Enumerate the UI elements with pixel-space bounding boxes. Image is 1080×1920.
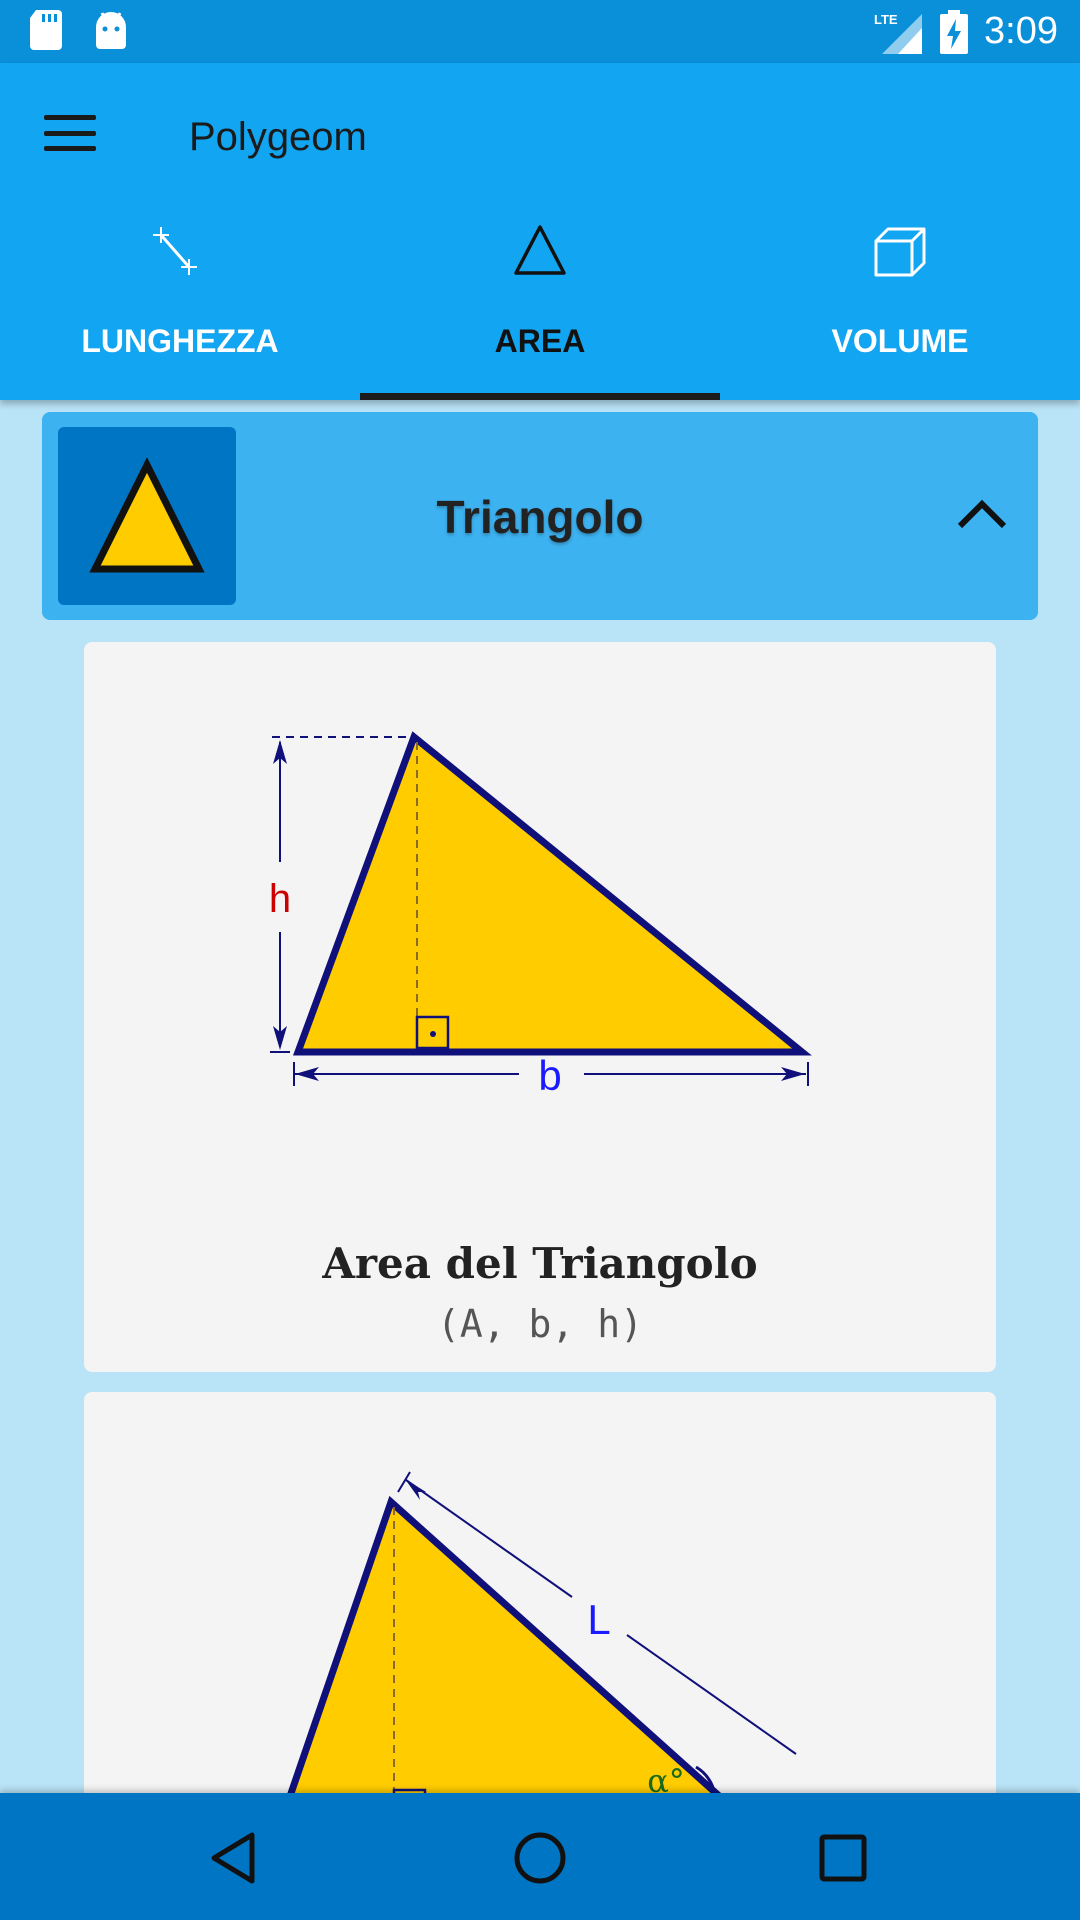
segment-icon xyxy=(153,227,197,275)
shape-header[interactable]: Triangolo xyxy=(42,412,1038,620)
formula-card-side-angle[interactable]: L α° xyxy=(84,1392,996,1793)
back-icon[interactable] xyxy=(200,1823,270,1893)
card-subtitle: (A, b, h) xyxy=(437,1302,643,1346)
hamburger-menu-icon[interactable] xyxy=(40,109,100,157)
lte-label: LTE xyxy=(874,12,898,27)
active-tab-indicator xyxy=(360,393,720,400)
triangle-base-height-diagram: h b xyxy=(269,731,812,1099)
navigation-bar xyxy=(0,1793,1080,1920)
app-bar: Polygeom LUNGHEZZA AREA VOLUME xyxy=(0,63,1080,400)
formula-card-area[interactable]: h b Area del Triangolo (A, b, h) xyxy=(84,642,996,1372)
tab-area[interactable]: AREA xyxy=(360,225,720,400)
android-icon xyxy=(96,12,126,49)
content-area[interactable]: Triangolo h b Area del Triangolo (A, b, … xyxy=(0,400,1080,1793)
triangle-side-angle-diagram: L α° xyxy=(287,1471,797,1793)
side-label: L xyxy=(587,1596,610,1643)
app-title: Polygeom xyxy=(189,115,367,159)
height-label: h xyxy=(269,877,291,921)
card-title: Area del Triangolo xyxy=(322,1239,758,1288)
tab-label-lunghezza: LUNGHEZZA xyxy=(81,323,279,359)
lte-signal-icon: LTE xyxy=(874,12,923,54)
tab-label-volume: VOLUME xyxy=(831,323,969,359)
sd-card-icon xyxy=(30,10,62,50)
tab-lunghezza[interactable]: LUNGHEZZA xyxy=(0,227,360,400)
base-label: b xyxy=(538,1052,561,1099)
cube-icon xyxy=(874,227,926,277)
tab-label-area: AREA xyxy=(494,323,586,359)
recents-icon[interactable] xyxy=(808,1823,878,1893)
shape-title: Triangolo xyxy=(436,491,644,543)
tab-volume[interactable]: VOLUME xyxy=(720,227,1080,400)
triangle-outline-icon xyxy=(514,225,566,275)
home-icon[interactable] xyxy=(505,1823,575,1893)
chevron-up-icon[interactable] xyxy=(952,488,1012,538)
battery-charging-icon xyxy=(940,9,969,54)
angle-label: α° xyxy=(647,1762,685,1793)
status-clock: 3:09 xyxy=(984,10,1058,52)
tab-bar: LUNGHEZZA AREA VOLUME xyxy=(0,225,1080,400)
status-bar: LTE 3:09 xyxy=(0,0,1080,63)
